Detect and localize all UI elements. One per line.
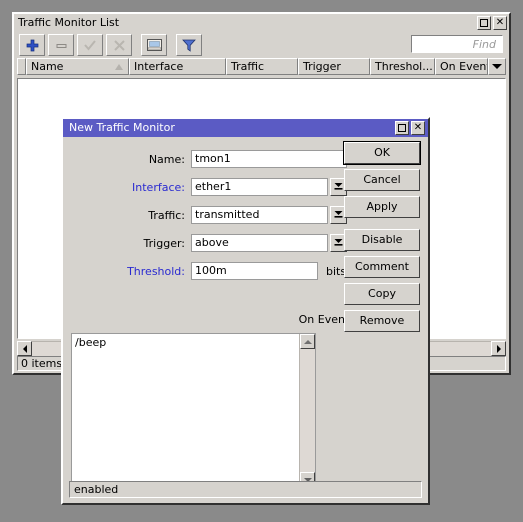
dialog-title-buttons: ✕	[395, 121, 425, 135]
window-toolbar: Find	[14, 32, 509, 58]
field-row-threshold: Threshold: 100m bits/s	[63, 261, 363, 281]
comment-icon	[146, 39, 162, 51]
field-row-interface: Interface: ether1	[63, 177, 353, 197]
column-header-label: Trigger	[303, 60, 341, 73]
column-header-on-event[interactable]: On Event	[435, 58, 488, 75]
dialog-status-bar: enabled	[69, 481, 422, 498]
dialog-action-buttons: OK Cancel Apply Disable Comment Copy Rem…	[343, 141, 421, 337]
trigger-label: Trigger:	[143, 236, 185, 250]
on-event-vertical-scrollbar[interactable]	[299, 334, 315, 487]
cancel-button[interactable]: Cancel	[344, 169, 420, 191]
comment-button[interactable]	[141, 34, 167, 56]
column-header-traffic[interactable]: Traffic	[226, 58, 298, 75]
column-menu-button[interactable]	[488, 58, 506, 75]
find-input[interactable]: Find	[411, 35, 503, 53]
scroll-left-button[interactable]	[17, 341, 32, 356]
traffic-input[interactable]: transmitted	[191, 206, 328, 224]
close-icon[interactable]: ✕	[493, 16, 507, 30]
restore-icon[interactable]	[395, 121, 409, 135]
dialog-title: New Traffic Monitor	[69, 121, 175, 134]
column-header-interface[interactable]: Interface	[129, 58, 226, 75]
name-input[interactable]: tmon1	[191, 150, 347, 168]
cross-icon	[113, 39, 125, 51]
field-row-trigger: Trigger: above	[63, 233, 353, 253]
minus-icon	[56, 43, 66, 48]
copy-button[interactable]: Copy	[344, 283, 420, 305]
ok-button[interactable]: OK	[343, 141, 421, 165]
traffic-label: Traffic:	[148, 208, 185, 222]
restore-icon[interactable]	[477, 16, 491, 30]
dialog-body: Name: tmon1 Interface: ether1 Traffic: t…	[63, 137, 428, 503]
column-header-label: Name	[31, 60, 64, 73]
interface-label: Interface:	[132, 180, 185, 194]
check-icon	[84, 39, 96, 51]
column-header-label: Threshol...	[375, 60, 433, 73]
comment-button[interactable]: Comment	[344, 256, 420, 278]
remove-button[interactable]: Remove	[344, 310, 420, 332]
column-header-row: Name Interface Traffic Trigger Threshol.…	[17, 58, 506, 75]
column-header-trigger[interactable]: Trigger	[298, 58, 370, 75]
remove-button[interactable]	[48, 34, 74, 56]
column-header-label: Traffic	[231, 60, 265, 73]
dialog-titlebar[interactable]: New Traffic Monitor ✕	[63, 119, 428, 137]
window-titlebar[interactable]: Traffic Monitor List ✕	[14, 14, 509, 32]
column-header-label: Interface	[134, 60, 184, 73]
scroll-right-button[interactable]	[491, 341, 506, 356]
scroll-up-button[interactable]	[300, 334, 315, 349]
close-icon[interactable]: ✕	[411, 121, 425, 135]
apply-button[interactable]: Apply	[344, 196, 420, 218]
name-label: Name:	[148, 152, 185, 166]
add-button[interactable]	[19, 34, 45, 56]
sort-ascending-icon	[115, 64, 123, 70]
on-event-value[interactable]: /beep	[72, 334, 299, 487]
new-traffic-monitor-dialog: New Traffic Monitor ✕ Name: tmon1 Interf…	[61, 117, 430, 505]
window-title: Traffic Monitor List	[18, 16, 120, 29]
field-row-name: Name: tmon1	[63, 149, 353, 169]
chevron-down-icon	[492, 64, 502, 69]
disable-button[interactable]: Disable	[344, 229, 420, 251]
filter-icon	[182, 39, 196, 52]
column-header-label: On Event	[440, 60, 488, 73]
column-header-name[interactable]: Name	[26, 58, 129, 75]
window-title-buttons: ✕	[477, 16, 507, 30]
chevron-down-icon	[334, 211, 343, 218]
column-header-threshold[interactable]: Threshol...	[370, 58, 435, 75]
threshold-input[interactable]: 100m	[191, 262, 318, 280]
threshold-label: Threshold:	[127, 264, 185, 278]
trigger-input[interactable]: above	[191, 234, 328, 252]
on-event-label: On Event:	[298, 313, 353, 326]
column-grip[interactable]	[17, 58, 26, 75]
chevron-down-icon	[334, 239, 343, 246]
find-placeholder: Find	[472, 37, 496, 51]
filter-button[interactable]	[176, 34, 202, 56]
chevron-down-icon	[334, 183, 343, 190]
field-row-traffic: Traffic: transmitted	[63, 205, 353, 225]
disable-button[interactable]	[106, 34, 132, 56]
plus-icon	[26, 39, 38, 51]
interface-input[interactable]: ether1	[191, 178, 328, 196]
enable-button[interactable]	[77, 34, 103, 56]
on-event-textarea[interactable]: /beep	[71, 333, 316, 488]
